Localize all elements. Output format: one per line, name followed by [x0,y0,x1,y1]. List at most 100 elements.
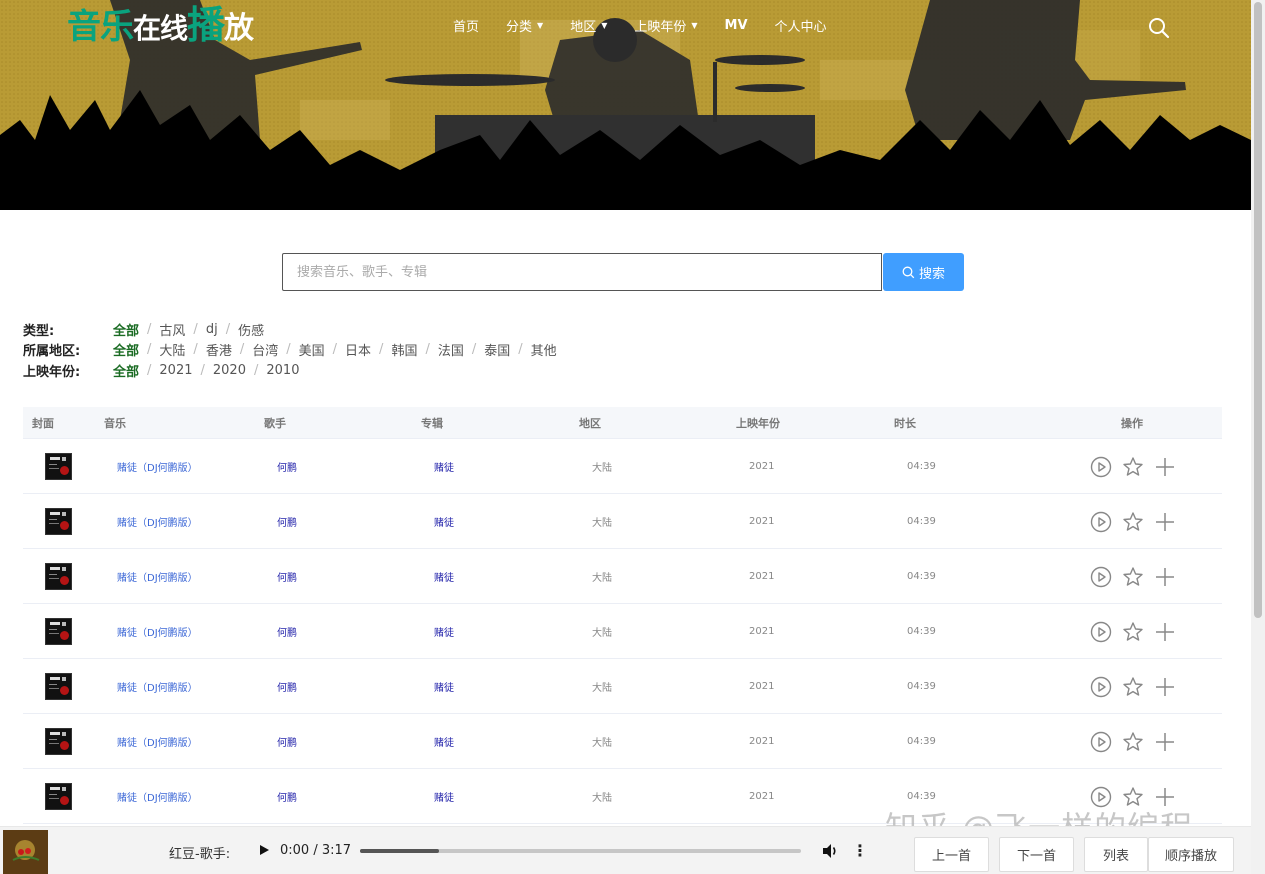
music-name-link[interactable]: 赌徒（DJ何鹏版） [117,549,198,604]
filter-option[interactable]: 2020 [213,363,246,378]
filter-option[interactable]: 2021 [159,363,192,378]
caret-down-icon: ▼ [691,21,698,30]
region-text: 大陆 [592,738,612,749]
nav-home[interactable]: 首页 [453,16,479,35]
singer-link[interactable]: 何鹏 [277,604,297,659]
play-circle-icon[interactable] [1090,621,1112,643]
filter-year-row: 上映年份: 全部/ 2021/ 2020/ 2010 [23,361,300,380]
next-track-button[interactable]: 下一首 [999,837,1074,872]
music-name-link[interactable]: 赌徒（DJ何鹏版） [117,659,198,714]
star-icon[interactable] [1122,621,1144,643]
filter-option[interactable]: 其他 [531,340,557,359]
add-icon[interactable] [1154,731,1176,753]
album-link[interactable]: 赌徒 [434,604,454,659]
region-text: 大陆 [592,518,612,529]
album-cover-image[interactable] [45,508,72,535]
album-link[interactable]: 赌徒 [434,439,454,494]
music-name-link[interactable]: 赌徒（DJ何鹏版） [117,769,198,824]
volume-icon[interactable] [821,842,839,860]
year-text: 2021 [749,461,775,472]
nav-user-center[interactable]: 个人中心 [775,16,827,35]
year-text: 2021 [749,516,775,527]
play-circle-icon[interactable] [1090,676,1112,698]
filter-option[interactable]: 伤感 [238,320,264,339]
filter-option[interactable]: 韩国 [391,340,417,359]
filter-option[interactable]: 香港 [206,340,232,359]
music-name-link[interactable]: 赌徒（DJ何鹏版） [117,494,198,549]
nav-year[interactable]: 上映年份 ▼ [634,16,697,35]
playlist-button[interactable]: 列表 [1084,837,1148,872]
search-bar: 搜索 [282,253,964,291]
site-logo[interactable]: 音乐在线播放 [67,2,254,52]
cover-cell [45,659,72,714]
album-cover-image[interactable] [45,618,72,645]
album-link[interactable]: 赌徒 [434,769,454,824]
filter-option[interactable]: 全部 [113,320,139,339]
filter-option[interactable]: dj [206,322,218,337]
add-icon[interactable] [1154,511,1176,533]
add-icon[interactable] [1154,566,1176,588]
music-name-link[interactable]: 赌徒（DJ何鹏版） [117,604,198,659]
year-text: 2021 [749,791,775,802]
row-actions [1090,604,1176,659]
prev-track-button[interactable]: 上一首 [914,837,989,872]
nav-category[interactable]: 分类 ▼ [506,16,543,35]
play-circle-icon[interactable] [1090,456,1112,478]
star-icon[interactable] [1122,676,1144,698]
music-name-link[interactable]: 赌徒（DJ何鹏版） [117,439,198,494]
album-cover-image[interactable] [45,673,72,700]
add-icon[interactable] [1154,621,1176,643]
filter-option[interactable]: 全部 [113,361,139,380]
star-icon[interactable] [1122,566,1144,588]
search-input[interactable] [282,253,882,291]
album-cover-image[interactable] [45,563,72,590]
search-icon[interactable] [1148,17,1170,39]
filter-option[interactable]: 全部 [113,340,139,359]
play-mode-button[interactable]: 顺序播放 [1148,837,1234,872]
singer-link[interactable]: 何鹏 [277,659,297,714]
star-icon[interactable] [1122,731,1144,753]
album-link[interactable]: 赌徒 [434,494,454,549]
year-text: 2021 [749,626,775,637]
filter-option[interactable]: 2010 [266,363,299,378]
album-cover-image[interactable] [45,453,72,480]
add-icon[interactable] [1154,456,1176,478]
star-icon[interactable] [1122,456,1144,478]
singer-link[interactable]: 何鹏 [277,769,297,824]
album-cover-image[interactable] [45,728,72,755]
filter-option[interactable]: 美国 [299,340,325,359]
nav-mv[interactable]: MV [725,16,748,35]
filter-option[interactable]: 泰国 [484,340,510,359]
scrollbar-thumb[interactable] [1254,2,1262,618]
singer-link[interactable]: 何鹏 [277,439,297,494]
page-scrollbar[interactable] [1251,0,1265,874]
singer-link[interactable]: 何鹏 [277,714,297,769]
play-circle-icon[interactable] [1090,566,1112,588]
progress-fill [360,849,440,853]
album-link[interactable]: 赌徒 [434,714,454,769]
filter-option[interactable]: 法国 [438,340,464,359]
filter-option[interactable]: 日本 [345,340,371,359]
star-icon[interactable] [1122,511,1144,533]
header-actions: 操作 [1121,416,1143,430]
nav-region[interactable]: 地区 ▼ [570,16,607,35]
now-playing-cover[interactable] [3,830,48,874]
play-circle-icon[interactable] [1090,511,1112,533]
music-name-link[interactable]: 赌徒（DJ何鹏版） [117,714,198,769]
album-link[interactable]: 赌徒 [434,549,454,604]
filter-option[interactable]: 大陆 [159,340,185,359]
add-icon[interactable] [1154,676,1176,698]
album-cover-image[interactable] [45,783,72,810]
search-button[interactable]: 搜索 [883,253,964,291]
cover-cell [45,769,72,824]
play-icon[interactable] [250,840,280,860]
album-link[interactable]: 赌徒 [434,659,454,714]
progress-bar[interactable] [360,849,801,853]
filter-option[interactable]: 台湾 [252,340,278,359]
filter-option[interactable]: 古风 [159,320,185,339]
singer-link[interactable]: 何鹏 [277,549,297,604]
filter-label: 上映年份: [23,364,81,380]
more-options-icon[interactable]: ⋮ [852,841,868,860]
singer-link[interactable]: 何鹏 [277,494,297,549]
play-circle-icon[interactable] [1090,731,1112,753]
